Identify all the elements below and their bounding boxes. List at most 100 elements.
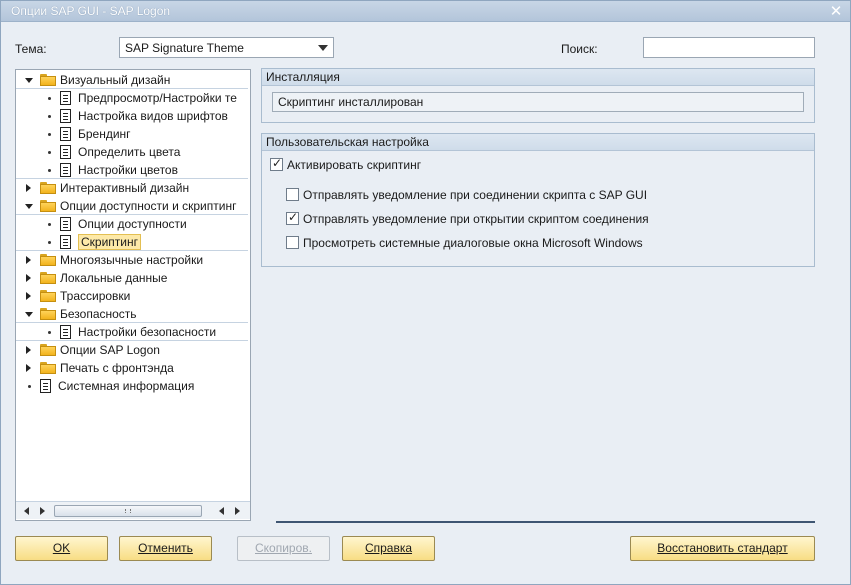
cancel-button[interactable]: Отменить [119,536,212,561]
installation-header: Инсталляция [262,69,814,86]
triangle-right-icon[interactable] [26,346,31,354]
tree-item-label: Настройка видов шрифтов [78,109,228,123]
triangle-right-icon[interactable] [26,256,31,264]
tree-item-label: Предпросмотр/Настройки те [78,91,237,105]
tree-item[interactable]: Многоязычные настройки [16,251,248,269]
tree-item[interactable]: Визуальный дизайн [16,71,248,89]
bullet-icon [48,97,51,100]
tree-item[interactable]: Скриптинг [16,233,248,251]
tree-item-label: Системная информация [58,379,195,393]
tree-item-label: Безопасность [60,307,137,321]
tree-horizontal-scrollbar[interactable] [16,501,250,519]
tree-item-label: Печать с фронтэнда [60,361,174,375]
title-bar: Опции SAP GUI - SAP Logon ✕ [1,1,850,22]
tree-item[interactable]: Предпросмотр/Настройки те [16,89,248,107]
tree-item-label: Настройки безопасности [78,325,217,339]
document-icon [40,379,51,393]
folder-icon [40,362,56,374]
scroll-left-end-icon[interactable] [219,507,224,515]
tree-item-label: Определить цвета [78,145,181,159]
document-icon [60,109,71,123]
bullet-icon [48,331,51,334]
tree-item[interactable]: Настройки цветов [16,161,248,179]
activate-scripting-label: Активировать скриптинг [287,158,422,172]
tree-item[interactable]: Настройка видов шрифтов [16,107,248,125]
installation-status-field: Скриптинг инсталлирован [272,92,804,112]
installation-group: Инсталляция Скриптинг инсталлирован [261,68,815,123]
tree-item[interactable]: Интерактивный дизайн [16,179,248,197]
ok-button[interactable]: OK [15,536,108,561]
scroll-right-icon[interactable] [40,507,45,515]
triangle-right-icon[interactable] [26,292,31,300]
document-icon [60,163,71,177]
tree-item[interactable]: Настройки безопасности [16,323,248,341]
triangle-right-icon[interactable] [26,364,31,372]
folder-icon [40,74,56,86]
tree-item[interactable]: Брендинг [16,125,248,143]
show-windows-dialogs-label: Просмотреть системные диалоговые окна Mi… [303,236,643,250]
theme-select-value: SAP Signature Theme [125,41,244,55]
notify-open-connection-label: Отправлять уведомление при открытии скри… [303,212,649,226]
search-input[interactable] [643,37,815,58]
document-icon [60,325,71,339]
bullet-icon [28,385,31,388]
folder-icon [40,254,56,266]
tree-item-label: Настройки цветов [78,163,178,177]
close-icon[interactable]: ✕ [828,3,844,19]
bullet-icon [48,241,51,244]
notify-attach-checkbox[interactable] [286,188,299,201]
scroll-right-end-icon[interactable] [235,507,240,515]
folder-icon [40,290,56,302]
triangle-down-icon[interactable] [25,204,33,209]
triangle-down-icon[interactable] [25,78,33,83]
checkmark-icon: ✓ [272,156,283,170]
tree-item-label: Брендинг [78,127,131,141]
search-label: Поиск: [561,42,598,56]
tree-item[interactable]: Опции доступности и скриптинг [16,197,248,215]
help-button[interactable]: Справка [342,536,435,561]
tree-item[interactable]: Печать с фронтэнда [16,359,248,377]
activate-scripting-checkbox[interactable]: ✓ [270,156,283,171]
document-icon [60,217,71,231]
theme-select[interactable]: SAP Signature Theme [119,37,334,58]
restore-defaults-button[interactable]: Восстановить стандарт [630,536,815,561]
tree-item-label: Трассировки [60,289,131,303]
tree-item[interactable]: Опции доступности [16,215,248,233]
folder-icon [40,308,56,320]
tree-item[interactable]: Трассировки [16,287,248,305]
checkmark-icon: ✓ [288,210,299,224]
bullet-icon [48,115,51,118]
show-windows-dialogs-checkbox[interactable] [286,236,299,249]
tree-item-label: Опции SAP Logon [60,343,160,357]
options-tree: Визуальный дизайн Предпросмотр/Настройки … [15,69,251,521]
document-icon [60,127,71,141]
tree-item[interactable]: Безопасность [16,305,248,323]
scrollbar-thumb[interactable] [54,505,202,517]
notify-open-connection-checkbox[interactable]: ✓ [286,210,299,225]
tree-item[interactable]: Системная информация [16,377,248,395]
bullet-icon [48,169,51,172]
triangle-down-icon[interactable] [25,312,33,317]
document-icon [60,91,71,105]
tree-item[interactable]: Определить цвета [16,143,248,161]
tree-item[interactable]: Локальные данные [16,269,248,287]
options-dialog: Опции SAP GUI - SAP Logon ✕ Тема: SAP Si… [0,0,851,585]
scroll-left-icon[interactable] [24,507,29,515]
tree-item[interactable]: Опции SAP Logon [16,341,248,359]
tree-item-label: Опции доступности [78,217,187,231]
document-icon [60,145,71,159]
grip-icon [125,509,131,513]
tree-item-label: Опции доступности и скриптинг [60,199,237,213]
folder-icon [40,344,56,356]
folder-icon [40,272,56,284]
triangle-right-icon[interactable] [26,184,31,192]
tree-item-label: Локальные данные [60,271,168,285]
tree-item-label: Интерактивный дизайн [60,181,190,195]
triangle-right-icon[interactable] [26,274,31,282]
bullet-icon [48,133,51,136]
folder-icon [40,200,56,212]
window-title: Опции SAP GUI - SAP Logon [11,4,171,18]
tree-item-label: Визуальный дизайн [60,73,171,87]
chevron-down-icon[interactable] [318,45,328,51]
copy-button[interactable]: Скопиров. [237,536,330,561]
